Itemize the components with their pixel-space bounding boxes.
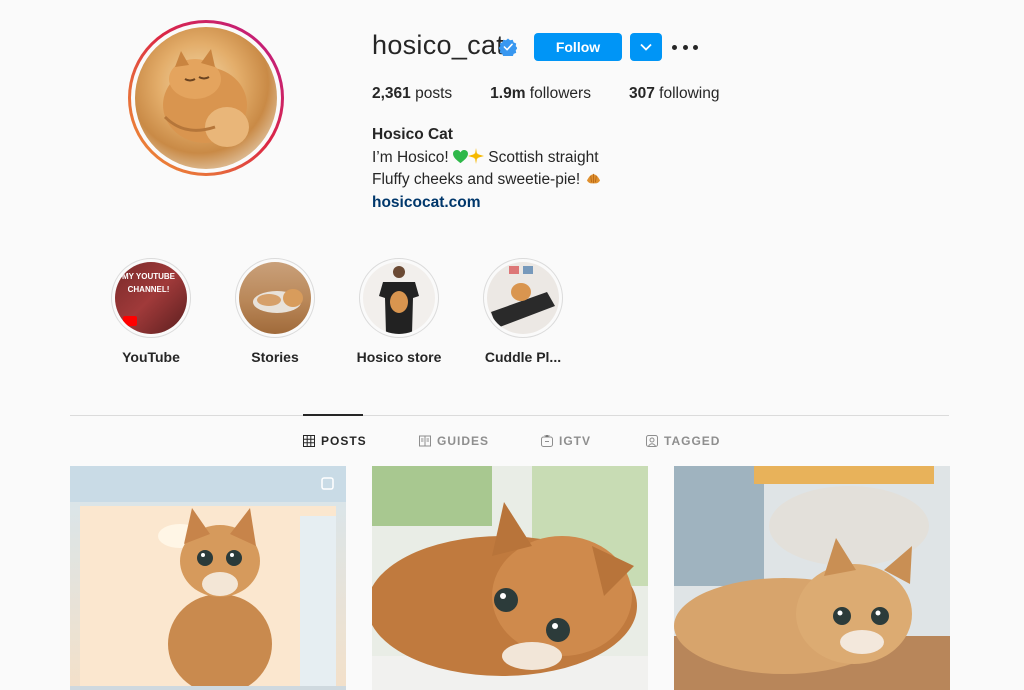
bio-line-2: Fluffy cheeks and sweetie-pie! — [372, 169, 602, 192]
posts-label: posts — [410, 85, 453, 102]
following-label: following — [654, 85, 720, 102]
more-dot-icon — [682, 44, 688, 50]
profile-stats: 2,361 posts 1.9m followers 307 following — [372, 85, 757, 103]
highlight-label: YouTube — [122, 349, 180, 365]
active-tab-indicator — [303, 414, 363, 416]
avatar-image — [135, 27, 277, 169]
chevron-down-icon — [640, 43, 652, 51]
green-heart-icon — [453, 149, 468, 163]
highlight-youtube-image: MY YOUTUBE CHANNEL! — [115, 262, 187, 334]
bio-line-1: I’m Hosico! Scottish straight — [372, 147, 599, 166]
highlight-label: Cuddle Pl... — [484, 349, 562, 365]
followers-stat[interactable]: 1.9m followers — [490, 85, 591, 103]
post-image — [70, 466, 346, 690]
more-dot-icon — [693, 44, 698, 50]
grid-icon — [303, 435, 315, 447]
followers-count: 1.9m — [490, 85, 526, 102]
tabs-divider — [70, 415, 949, 416]
following-stat[interactable]: 307 following — [629, 85, 720, 103]
bio-name: Hosico Cat — [372, 126, 453, 143]
sparkle-icon — [467, 147, 484, 164]
post-tile[interactable] — [70, 466, 346, 690]
post-tile[interactable] — [674, 466, 950, 690]
bio-website-link[interactable]: hosicocat.com — [372, 192, 602, 215]
tab-label: IGTV — [559, 434, 592, 448]
verified-badge-icon — [499, 38, 517, 56]
highlight-cuddle-image — [487, 262, 559, 334]
post-image — [372, 466, 648, 690]
post-tile[interactable] — [372, 466, 648, 690]
highlight-label: Hosico store — [356, 349, 442, 365]
tab-igtv[interactable]: IGTV — [541, 434, 591, 448]
tab-guides[interactable]: GUIDES — [419, 434, 489, 448]
highlight-label: Stories — [251, 349, 299, 365]
followers-label: followers — [525, 85, 591, 102]
highlight-cuddle[interactable]: Cuddle Pl... — [468, 258, 578, 365]
follow-button[interactable]: Follow — [534, 33, 622, 61]
youtube-play-icon — [123, 316, 137, 326]
highlight-store[interactable]: Hosico store — [344, 258, 454, 365]
tab-tagged[interactable]: TAGGED — [646, 434, 720, 448]
highlight-store-image — [363, 262, 435, 334]
highlight-stories[interactable]: Stories — [220, 258, 330, 365]
highlight-youtube[interactable]: MY YOUTUBE CHANNEL! YouTube — [96, 258, 206, 365]
profile-avatar[interactable] — [128, 20, 284, 176]
tab-posts[interactable]: POSTS — [303, 434, 367, 448]
croissant-icon — [586, 173, 600, 184]
suggested-dropdown-button[interactable] — [630, 33, 662, 61]
more-options-button[interactable] — [672, 35, 698, 59]
posts-stat: 2,361 posts — [372, 85, 452, 103]
guides-icon — [419, 435, 431, 447]
highlight-stories-image — [239, 262, 311, 334]
youtube-badge-text: MY YOUTUBE CHANNEL! — [121, 272, 176, 294]
igtv-icon — [541, 435, 553, 447]
tab-label: GUIDES — [437, 434, 490, 448]
post-image — [674, 466, 950, 690]
tagged-icon — [646, 435, 658, 447]
following-count: 307 — [628, 85, 655, 102]
profile-bio: Hosico Cat I’m Hosico! Scottish straight… — [372, 124, 602, 214]
tab-label: TAGGED — [664, 434, 721, 448]
tab-label: POSTS — [321, 434, 367, 448]
profile-username: hosico_cat — [372, 30, 505, 60]
posts-count: 2,361 — [372, 85, 411, 102]
more-dot-icon — [672, 44, 677, 50]
